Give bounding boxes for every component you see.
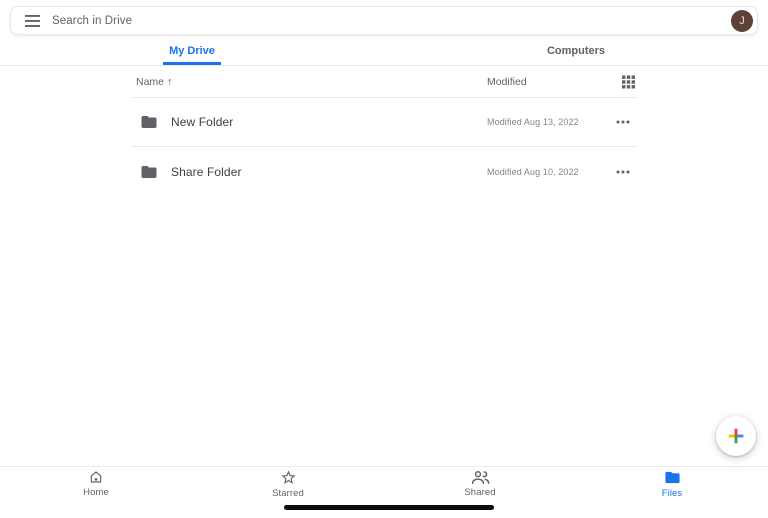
nav-home[interactable]: Home [0,467,192,500]
sort-by-name-button[interactable]: Name ↑ [136,76,173,88]
file-name: Share Folder [171,164,242,179]
more-options-icon[interactable] [612,166,634,178]
nav-starred[interactable]: Starred [192,467,384,500]
tab-my-drive-label: My Drive [163,39,221,65]
nav-starred-label: Starred [272,487,304,499]
file-name: New Folder [171,115,234,129]
file-list: Name ↑ Modified New Folder Modified Aug … [132,66,638,196]
search-bar[interactable]: Search in Drive J [10,6,758,35]
shared-icon [471,470,490,485]
tab-computers-label: Computers [546,45,606,57]
sort-arrow-up-icon: ↑ [167,75,173,88]
bottom-nav-bar: Home Starred Shared Files [0,466,768,500]
home-indicator[interactable] [284,505,494,510]
folder-icon [140,113,158,131]
star-icon [280,469,297,486]
file-row-new-folder[interactable]: New Folder Modified Aug 13, 2022 [132,98,638,147]
file-modified-date: Modified Aug 10, 2022 [487,166,579,177]
avatar[interactable]: J [731,9,753,32]
folder-icon [140,163,158,181]
hamburger-menu-icon[interactable] [22,11,42,31]
search-input[interactable]: Search in Drive [52,15,132,27]
nav-home-label: Home [83,487,109,498]
nav-files-label: Files [661,487,683,499]
nav-shared-label: Shared [464,486,496,498]
more-options-icon[interactable] [612,116,634,128]
plus-icon [725,425,747,447]
tab-computers[interactable]: Computers [384,39,768,65]
home-icon [88,469,104,485]
list-header: Name ↑ Modified [132,66,638,98]
new-fab-button[interactable] [716,416,756,456]
file-row-share-folder[interactable]: Share Folder Modified Aug 10, 2022 [132,147,638,196]
nav-shared[interactable]: Shared [384,467,576,500]
grid-view-icon[interactable] [622,75,635,88]
tab-my-drive[interactable]: My Drive [0,39,384,65]
nav-files[interactable]: Files [576,467,768,500]
modified-column-header: Modified [487,75,527,88]
files-icon [664,469,681,486]
name-column-header: Name [136,75,165,88]
drive-tab-bar: My Drive Computers [0,39,768,66]
file-modified-date: Modified Aug 13, 2022 [487,117,579,127]
